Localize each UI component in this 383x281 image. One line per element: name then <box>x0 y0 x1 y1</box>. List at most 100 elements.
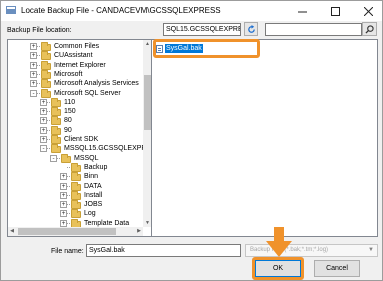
arrow-down-icon <box>266 227 292 257</box>
expand-icon[interactable]: + <box>60 173 67 181</box>
tree-connector <box>67 194 70 196</box>
close-button[interactable] <box>352 1 383 21</box>
locate-backup-file-dialog: Locate Backup File - CANDACEVM\GCSSQLEXP… <box>0 0 383 281</box>
search-input[interactable] <box>265 23 362 36</box>
tree-item[interactable]: Backup <box>8 162 142 172</box>
tree-connector <box>47 101 50 103</box>
expand-icon[interactable]: + <box>60 191 67 199</box>
tree-horizontal-scroll-thumb[interactable] <box>18 228 116 235</box>
tree-item[interactable]: + JOBS <box>8 200 142 210</box>
tree-connector <box>37 92 40 94</box>
tree-item[interactable]: - MSSQL <box>8 153 142 163</box>
window-title: Locate Backup File - CANDACEVM\GCSSQLEXP… <box>21 6 221 15</box>
folder-icon <box>71 181 81 191</box>
tree-connector <box>37 46 40 47</box>
folder-icon <box>41 69 51 79</box>
tree-connector <box>37 55 40 57</box>
expand-icon[interactable]: + <box>40 126 47 134</box>
scroll-left-icon[interactable]: ◀ <box>8 227 16 236</box>
expand-icon[interactable]: + <box>60 210 67 218</box>
tree-horizontal-scrollbar[interactable]: ◀ ▶ <box>8 227 143 236</box>
folder-icon <box>71 190 81 200</box>
tree-item[interactable]: - Microsoft SQL Server <box>8 88 142 98</box>
tree-connector <box>47 111 50 113</box>
tree-item-label: Client SDK <box>64 136 99 143</box>
tree-connector <box>67 204 70 206</box>
file-item-sysgal[interactable]: SysGal.bak <box>156 44 203 53</box>
file-list[interactable]: SysGal.bak <box>151 39 378 237</box>
expand-icon[interactable]: + <box>40 136 47 143</box>
expand-icon[interactable]: + <box>30 80 37 88</box>
file-name-input[interactable]: SysGal.bak <box>86 244 241 257</box>
tree-item[interactable]: + Client SDK <box>8 135 142 144</box>
tree-connector <box>47 129 50 131</box>
expand-icon[interactable]: + <box>60 182 67 190</box>
scroll-right-icon[interactable]: ▶ <box>135 227 143 236</box>
tree-item[interactable]: +80 <box>8 116 142 126</box>
file-type-filter[interactable]: Backup Files(*.bak;*.tm;*.log) ▼ <box>245 244 378 257</box>
folder-icon <box>71 200 81 210</box>
ok-button[interactable]: OK <box>255 260 301 277</box>
tree-item[interactable]: - MSSQL15.GCSSQLEXPRE <box>8 144 151 154</box>
close-icon <box>363 6 373 16</box>
folder-icon <box>51 97 61 107</box>
folder-icon <box>51 135 61 144</box>
tree-item-label: MSSQL <box>74 154 99 162</box>
tree-item-label: Binn <box>84 173 99 181</box>
tree-vertical-scroll-thumb[interactable] <box>144 75 151 130</box>
expand-icon[interactable]: + <box>40 108 47 116</box>
folder-icon <box>71 209 81 219</box>
folder-icon <box>41 51 51 61</box>
collapse-icon[interactable]: - <box>40 145 47 153</box>
tree-connector <box>57 157 60 159</box>
tree-item-label: Microsoft SQL Server <box>54 89 121 97</box>
tree-item[interactable]: + Install <box>8 190 142 200</box>
tree-item-label: Backup <box>84 163 108 171</box>
tree-item-label: Log <box>84 210 96 218</box>
title-bar[interactable]: Locate Backup File - CANDACEVM\GCSSQLEXP… <box>1 1 382 21</box>
tree-connector <box>67 176 70 178</box>
tree-item[interactable]: + DATA <box>8 181 142 191</box>
folder-icon <box>71 162 81 172</box>
backup-location-label: Backup File location: <box>7 27 72 34</box>
tree-connector <box>47 120 50 122</box>
backup-location-input[interactable]: SQL15.GCSSQLEXPRESS\MSSQL\Backup <box>163 23 241 36</box>
expand-icon[interactable]: + <box>40 117 47 125</box>
sql-database-icon <box>6 6 16 14</box>
tree-item[interactable]: + Binn <box>8 172 142 182</box>
tree-item-label: Internet Explorer <box>54 61 106 69</box>
expand-icon[interactable]: + <box>40 98 47 106</box>
maximize-button[interactable] <box>319 1 351 21</box>
chevron-down-icon: ▼ <box>368 247 374 253</box>
collapse-icon[interactable]: - <box>50 154 57 162</box>
expand-icon[interactable]: + <box>60 219 67 227</box>
folder-icon <box>41 79 51 89</box>
tree-item[interactable]: +150 <box>8 107 142 117</box>
expand-icon[interactable]: + <box>30 70 37 78</box>
tree-item[interactable]: + Microsoft Analysis Services <box>8 79 142 89</box>
refresh-button[interactable] <box>244 22 258 36</box>
search-button[interactable] <box>362 22 377 36</box>
expand-icon[interactable]: + <box>30 43 37 50</box>
tree-connector <box>47 139 50 140</box>
tree-item[interactable]: + Microsoft <box>8 69 142 79</box>
folder-icon <box>41 88 51 98</box>
collapse-icon[interactable]: - <box>30 89 37 97</box>
expand-icon[interactable]: + <box>30 52 37 60</box>
tree-item[interactable]: +90 <box>8 125 142 135</box>
folder-tree[interactable]: + Template Data + Log + JOBS + Install + DATA + Bin… <box>7 39 152 237</box>
tree-item[interactable]: + Common Files <box>8 42 142 51</box>
folder-icon <box>71 172 81 182</box>
cancel-button[interactable]: Cancel <box>314 260 360 277</box>
tree-item[interactable]: + Log <box>8 209 142 219</box>
file-item-label: SysGal.bak <box>165 44 203 53</box>
expand-icon[interactable]: + <box>60 201 67 209</box>
tree-item[interactable]: +110 <box>8 97 142 107</box>
tree-connector <box>37 83 40 85</box>
tree-item[interactable]: + CUAssistant <box>8 51 142 61</box>
tree-item[interactable]: + Internet Explorer <box>8 60 142 70</box>
tree-item-label: JOBS <box>84 201 103 209</box>
expand-icon[interactable]: + <box>30 61 37 69</box>
folder-icon <box>51 125 61 135</box>
minimize-button[interactable] <box>286 1 318 21</box>
